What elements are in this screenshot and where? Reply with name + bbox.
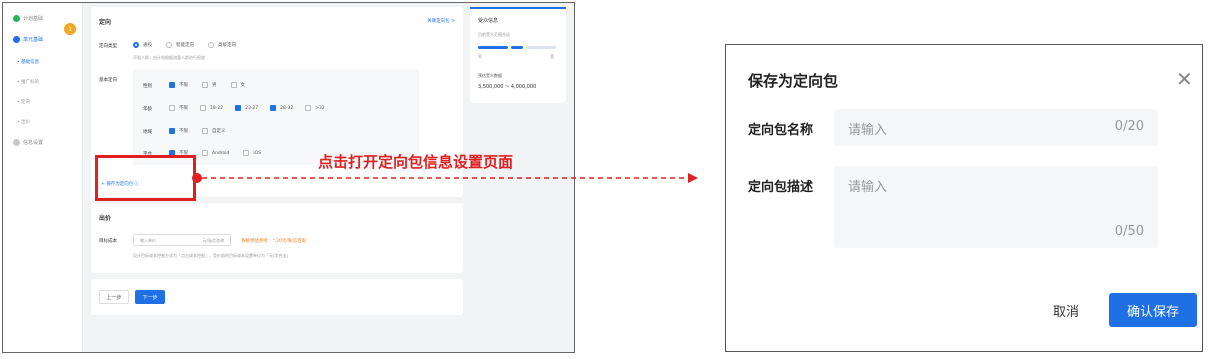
sidebar-step-unit[interactable]: 单元基础 bbox=[13, 36, 43, 43]
platform-ios[interactable]: iOS bbox=[243, 150, 261, 156]
age-any[interactable]: 不限 bbox=[169, 105, 188, 111]
radio-smart[interactable]: 智能定向 bbox=[166, 42, 194, 48]
audience-status: 目前受众范围合适 bbox=[478, 32, 510, 37]
highlight-box bbox=[95, 155, 196, 201]
step-badge: 1 bbox=[64, 23, 76, 35]
target-cost-label: 目标成本 bbox=[99, 239, 117, 244]
region-options: 不限 自定义 bbox=[169, 128, 226, 134]
age-over-32[interactable]: >32 bbox=[305, 105, 325, 111]
section-title: 定向 bbox=[99, 19, 112, 26]
age-28-32[interactable]: 28-32 bbox=[270, 105, 293, 111]
age-23-27[interactable]: 23-27 bbox=[235, 105, 258, 111]
sidebar-step-info[interactable]: 信息设置 bbox=[13, 139, 43, 146]
pointer-arrow bbox=[192, 173, 698, 183]
package-name-label: 定向包名称 bbox=[748, 123, 814, 138]
package-name-input[interactable]: 请输入 0/20 bbox=[834, 109, 1158, 146]
basic-targeting-label: 基本定向 bbox=[99, 78, 117, 83]
targeting-type-label: 定向类型 bbox=[99, 44, 117, 49]
sidebar-item-basic[interactable]: • 基础信息 bbox=[17, 59, 39, 65]
bid-suggestion: 系统预估参考：*.20元/私信咨询 bbox=[241, 239, 306, 244]
cancel-button[interactable]: 取消 bbox=[1053, 301, 1079, 320]
package-desc-counter: 0/50 bbox=[1114, 224, 1144, 239]
link-targeting-package[interactable]: 关联定向包 > bbox=[427, 18, 455, 24]
bid-card: 出价 目标成本 输入单价 元/私信咨询 系统预估参考：*.20元/私信咨询 设计… bbox=[91, 203, 463, 273]
radio-advanced[interactable]: 高级定向 bbox=[208, 42, 236, 48]
confirm-save-button[interactable]: 确认保存 bbox=[1109, 293, 1197, 327]
audience-title: 受众信息 bbox=[478, 18, 499, 24]
audience-narrow: 窄 bbox=[478, 54, 482, 59]
audience-bar-2 bbox=[511, 46, 523, 49]
package-desc-textarea[interactable]: 请输入 0/50 bbox=[834, 166, 1158, 248]
gender-any[interactable]: 不限 bbox=[169, 82, 188, 88]
sidebar-item-targeting[interactable]: • 定向 bbox=[17, 99, 30, 105]
close-icon[interactable]: ✕ bbox=[1176, 69, 1193, 89]
gender-female[interactable]: 女 bbox=[230, 82, 245, 88]
sidebar-item-target[interactable]: • 推广标的 bbox=[17, 79, 39, 85]
gender-male[interactable]: 男 bbox=[202, 82, 217, 88]
footer-card: 上一步 下一步 bbox=[91, 279, 463, 315]
bid-title: 出价 bbox=[99, 215, 112, 222]
annotation-text: 点击打开定向包信息设置页面 bbox=[318, 153, 514, 171]
arrow-head bbox=[688, 173, 698, 183]
arrow-start-dot bbox=[192, 173, 202, 183]
dialog-title: 保存为定向包 bbox=[748, 72, 839, 90]
age-options: 不限 18-22 23-27 28-32 >32 bbox=[169, 105, 325, 111]
package-name-counter: 0/20 bbox=[1114, 119, 1144, 134]
age-label: 年龄 bbox=[143, 107, 152, 112]
check-icon bbox=[13, 15, 20, 22]
estimate-label: 预估受众数据 bbox=[478, 73, 502, 78]
targeting-type-radios: 通投 智能定向 高级定向 bbox=[133, 42, 236, 48]
target-cost-input[interactable]: 输入单价 元/私信咨询 bbox=[133, 234, 231, 246]
audience-wide: 宽 bbox=[550, 54, 554, 59]
region-label: 地域 bbox=[143, 130, 152, 135]
gender-label: 性别 bbox=[143, 84, 152, 89]
platform-android[interactable]: Android bbox=[202, 150, 229, 156]
audience-bar-1 bbox=[478, 46, 508, 49]
sidebar-step-plan[interactable]: 计划基础 bbox=[13, 15, 43, 22]
card-accent-bar bbox=[470, 7, 566, 9]
sidebar: 计划基础 单元基础 • 基础信息 • 推广标的 • 定向 • 出价 信息设置 bbox=[3, 3, 83, 352]
targeting-hint: 不限人群，由计划根据流量人群进行投放 bbox=[133, 55, 205, 60]
radio-all[interactable]: 通投 bbox=[133, 42, 152, 48]
step-number-icon bbox=[13, 139, 20, 146]
age-18-22[interactable]: 18-22 bbox=[200, 105, 223, 111]
audience-bar-3 bbox=[526, 46, 556, 49]
package-desc-label: 定向包描述 bbox=[748, 180, 814, 195]
save-package-dialog: 保存为定向包 ✕ 定向包名称 请输入 0/20 定向包描述 请输入 0/50 取… bbox=[725, 44, 1203, 352]
sidebar-item-bid[interactable]: • 出价 bbox=[17, 119, 30, 125]
prev-button[interactable]: 上一步 bbox=[99, 290, 129, 304]
bid-hint: 设计目标成本控制方式为「点击成本控制」，竞价前的目标成本设置单位为「元/次合法」 bbox=[133, 253, 291, 258]
gender-options: 不限 男 女 bbox=[169, 82, 245, 88]
region-custom[interactable]: 自定义 bbox=[202, 128, 226, 134]
step-number-icon bbox=[13, 36, 20, 43]
next-button[interactable]: 下一步 bbox=[135, 290, 165, 304]
audience-card: 受众信息 目前受众范围合适 窄 宽 预估受众数据 3,500,000 ~ 4,0… bbox=[470, 7, 566, 103]
estimate-value: 3,500,000 ~ 4,000,000 bbox=[478, 84, 537, 90]
region-any[interactable]: 不限 bbox=[169, 128, 188, 134]
